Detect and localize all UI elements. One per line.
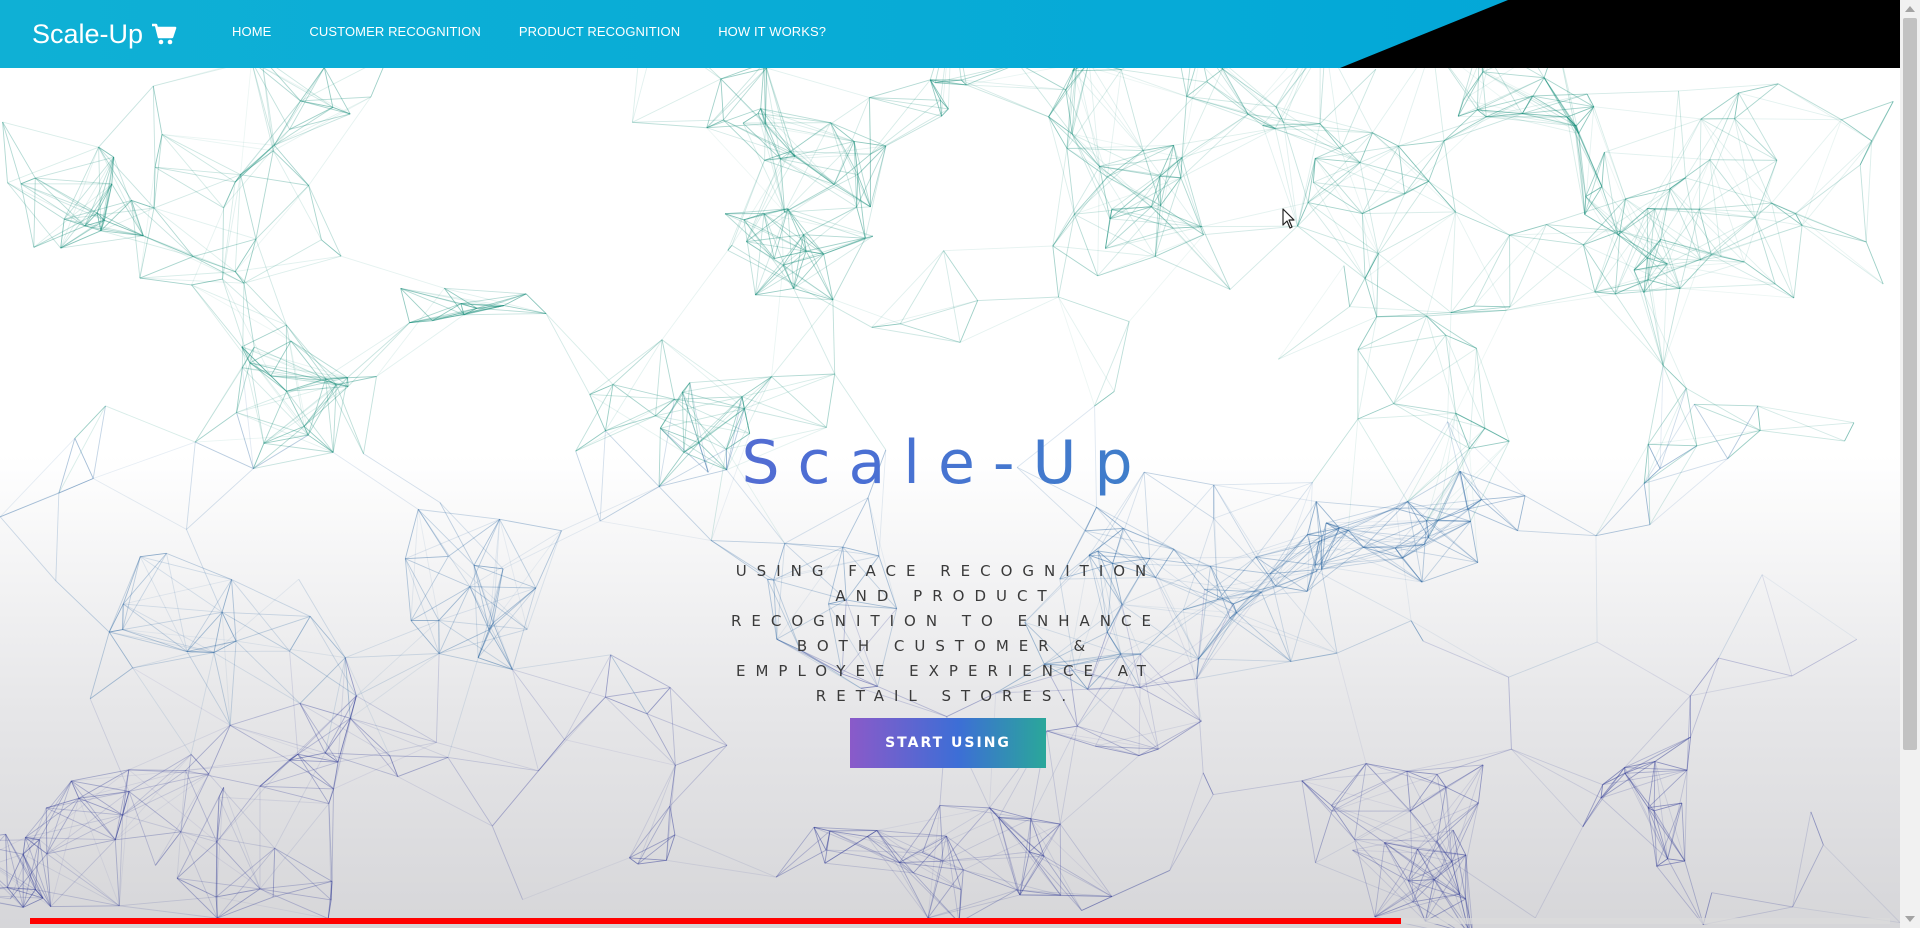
brand-name: Scale-Up: [32, 18, 144, 49]
nav-customer-recognition[interactable]: CUSTOMER RECOGNITION: [309, 24, 481, 39]
nav-home[interactable]: HOME: [232, 24, 271, 39]
video-progress-bar[interactable]: [30, 918, 1890, 924]
nav-how-it-works[interactable]: HOW IT WORKS?: [718, 24, 826, 39]
start-using-button[interactable]: START USING: [850, 718, 1046, 768]
hero-section: Scale-Up Using face recognition and prod…: [0, 68, 1900, 928]
mouse-cursor-icon: [1282, 208, 1295, 229]
hero-content: Scale-Up Using face recognition and prod…: [0, 68, 1900, 928]
vertical-scrollbar[interactable]: [1900, 0, 1920, 928]
scroll-up-icon[interactable]: [1905, 6, 1915, 12]
video-progress-fill: [30, 918, 1401, 924]
brand-logo[interactable]: Scale-Up: [32, 14, 177, 54]
navbar-black-corner: [1340, 0, 1900, 68]
main-nav: HOME CUSTOMER RECOGNITION PRODUCT RECOGN…: [232, 0, 826, 62]
top-navbar: Scale-Up HOME CUSTOMER RECOGNITION PRODU…: [0, 0, 1900, 68]
scrollbar-thumb[interactable]: [1903, 18, 1917, 750]
cart-icon: [151, 22, 177, 46]
hero-subtitle: Using face recognition and product recog…: [731, 562, 1161, 705]
nav-product-recognition[interactable]: PRODUCT RECOGNITION: [519, 24, 680, 39]
hero-title: Scale-Up: [0, 428, 1892, 498]
scroll-down-icon[interactable]: [1905, 916, 1915, 922]
